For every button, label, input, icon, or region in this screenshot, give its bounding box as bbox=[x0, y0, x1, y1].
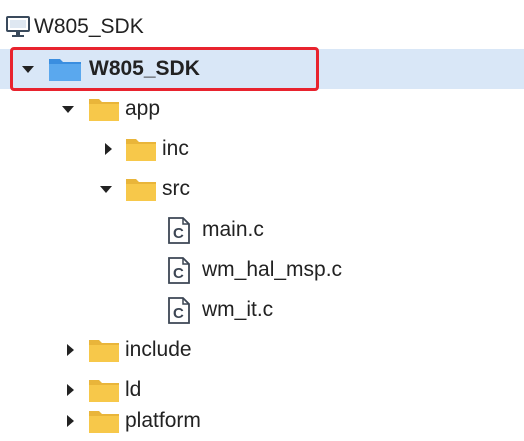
computer-icon bbox=[6, 16, 30, 43]
tree-label-src: src bbox=[162, 177, 190, 200]
tree-label-project: W805_SDK bbox=[89, 57, 200, 80]
folder-icon bbox=[88, 96, 120, 127]
tree-row-inc[interactable]: inc bbox=[0, 129, 524, 169]
c-file-icon: C bbox=[167, 257, 191, 289]
chevron-right-icon[interactable] bbox=[100, 141, 116, 157]
c-file-icon: C bbox=[167, 297, 191, 329]
tree-label-platform: platform bbox=[125, 409, 201, 432]
chevron-right-icon[interactable] bbox=[62, 342, 78, 358]
tree-row-app[interactable]: app bbox=[0, 89, 524, 129]
tree-row-file[interactable]: C main.c bbox=[0, 210, 524, 250]
tree-row-project[interactable]: W805_SDK bbox=[0, 49, 524, 89]
folder-icon bbox=[125, 136, 157, 167]
chevron-right-icon[interactable] bbox=[62, 382, 78, 398]
tree-label-app: app bbox=[125, 97, 161, 120]
c-file-icon: C bbox=[167, 217, 191, 249]
tree-row-file[interactable]: C wm_hal_msp.c bbox=[0, 250, 524, 290]
folder-icon bbox=[88, 408, 120, 439]
chevron-down-icon[interactable] bbox=[98, 181, 114, 197]
svg-text:C: C bbox=[173, 305, 184, 322]
chevron-down-icon[interactable] bbox=[60, 101, 76, 117]
chevron-right-icon[interactable] bbox=[62, 413, 78, 429]
tree-label-root: W805_SDK bbox=[34, 15, 144, 38]
svg-text:C: C bbox=[173, 265, 184, 282]
blue-folder-icon bbox=[48, 56, 82, 87]
tree-label-file: wm_it.c bbox=[202, 298, 274, 321]
svg-text:C: C bbox=[173, 225, 184, 242]
tree-row-include[interactable]: include bbox=[0, 330, 524, 370]
tree-label-file: main.c bbox=[202, 218, 264, 241]
chevron-down-icon[interactable] bbox=[20, 61, 36, 77]
project-tree: W805_SDK W805_SDK app inc src C main.c C… bbox=[0, 0, 524, 441]
tree-label-include: include bbox=[125, 338, 192, 361]
folder-icon bbox=[88, 337, 120, 368]
tree-row-platform[interactable]: platform bbox=[0, 401, 524, 441]
tree-row-file[interactable]: C wm_it.c bbox=[0, 290, 524, 330]
tree-label-file: wm_hal_msp.c bbox=[202, 258, 343, 281]
tree-row-root[interactable]: W805_SDK bbox=[0, 7, 524, 47]
tree-row-src[interactable]: src bbox=[0, 169, 524, 209]
folder-icon bbox=[125, 176, 157, 207]
tree-label-inc: inc bbox=[162, 137, 189, 160]
